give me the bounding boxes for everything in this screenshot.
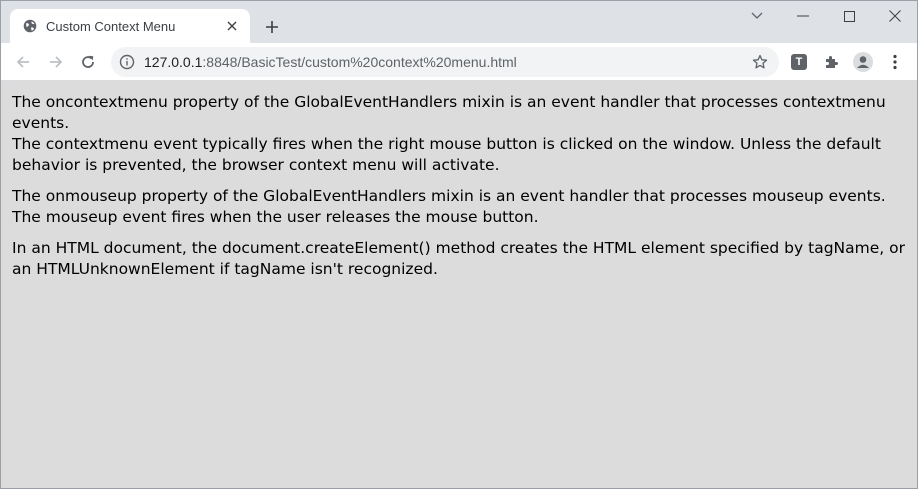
profile-button[interactable] xyxy=(853,52,873,72)
puzzle-icon xyxy=(826,56,838,68)
address-bar[interactable]: 127.0.0.1:8848/BasicTest/custom%20contex… xyxy=(111,47,779,77)
extension-t-icon: T xyxy=(791,54,807,70)
chevron-down-icon xyxy=(751,12,763,19)
close-icon xyxy=(889,10,901,22)
avatar-icon xyxy=(853,52,873,72)
page-content: The oncontextmenu property of the Global… xyxy=(1,82,917,488)
tab-title: Custom Context Menu xyxy=(46,19,176,34)
url-path: :8848/BasicTest/custom%20context%20menu.… xyxy=(202,54,517,70)
paragraph-createelement: In an HTML document, the document.create… xyxy=(12,238,906,280)
paragraph-mouseup: The onmouseup property of the GlobalEven… xyxy=(12,186,906,228)
minimize-icon xyxy=(797,15,809,17)
bookmark-star-icon[interactable] xyxy=(751,53,769,71)
window-close-button[interactable] xyxy=(881,5,909,27)
close-icon[interactable] xyxy=(223,17,241,35)
reload-button[interactable] xyxy=(75,49,101,75)
paragraph-text: The onmouseup property of the GlobalEven… xyxy=(12,187,886,205)
info-icon[interactable] xyxy=(119,54,135,70)
paragraph-contextmenu: The oncontextmenu property of the Global… xyxy=(12,92,906,176)
url-text: 127.0.0.1:8848/BasicTest/custom%20contex… xyxy=(144,54,517,70)
minimize-button[interactable] xyxy=(789,5,817,27)
globe-icon xyxy=(23,19,37,33)
extensions-button[interactable] xyxy=(821,52,841,72)
paragraph-text: In an HTML document, the document.create… xyxy=(12,239,905,278)
browser-window: Custom Context Menu 127.0.0.1:8848/Basic… xyxy=(0,0,918,489)
browser-toolbar: 127.0.0.1:8848/BasicTest/custom%20contex… xyxy=(1,43,917,81)
arrow-left-icon xyxy=(16,56,29,68)
extension-t-button[interactable]: T xyxy=(789,52,809,72)
reload-icon xyxy=(82,55,94,68)
url-host: 127.0.0.1 xyxy=(144,54,203,70)
menu-button[interactable] xyxy=(885,52,905,72)
new-tab-button[interactable] xyxy=(260,15,284,39)
maximize-icon xyxy=(843,10,855,22)
plus-icon xyxy=(266,21,278,33)
tab-strip: Custom Context Menu xyxy=(1,1,917,43)
forward-button[interactable] xyxy=(43,49,69,75)
paragraph-text: The oncontextmenu property of the Global… xyxy=(12,93,886,132)
active-tab[interactable]: Custom Context Menu xyxy=(10,9,250,43)
paragraph-text: The contextmenu event typically fires wh… xyxy=(12,135,881,174)
kebab-menu-icon xyxy=(893,54,897,70)
paragraph-text: The mouseup event fires when the user re… xyxy=(12,208,539,226)
maximize-button[interactable] xyxy=(835,5,863,27)
tab-search-button[interactable] xyxy=(743,5,771,27)
arrow-right-icon xyxy=(50,56,63,68)
back-button[interactable] xyxy=(10,49,36,75)
